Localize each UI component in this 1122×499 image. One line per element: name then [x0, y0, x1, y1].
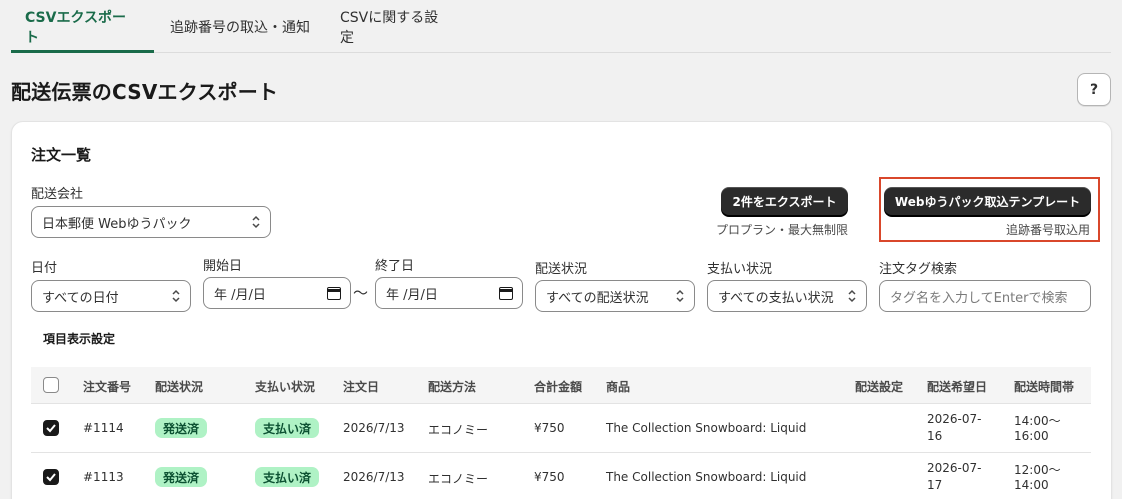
col-ship-method[interactable]: 配送方法	[428, 378, 476, 395]
tag-search-label: 注文タグ検索	[879, 262, 958, 277]
check-icon	[46, 473, 56, 482]
col-desired-date[interactable]: 配送希望日	[927, 378, 987, 395]
row-checkbox[interactable]	[43, 469, 59, 485]
ship-status-label: 配送状況	[535, 262, 588, 277]
card-title: 注文一覧	[31, 146, 92, 164]
tab-bar: CSVエクスポート 追跡番号の取込・通知 CSVに関する設定	[11, 0, 1111, 53]
order-total: ¥750	[534, 470, 565, 484]
check-icon	[46, 424, 56, 433]
pay-status-badge: 支払い済	[255, 418, 320, 438]
product-name: The Collection Snowboard: Liquid	[606, 421, 807, 435]
col-total[interactable]: 合計金額	[534, 378, 582, 395]
select-all-checkbox[interactable]	[43, 377, 59, 393]
template-hint: 追跡番号取込用	[1006, 223, 1091, 237]
date-select[interactable]: すべての日付	[31, 280, 191, 312]
end-date-label: 終了日	[375, 259, 415, 274]
col-product[interactable]: 商品	[606, 378, 630, 395]
row-checkbox[interactable]	[43, 420, 59, 436]
col-order-number[interactable]: 注文番号	[83, 378, 131, 395]
product-name: The Collection Snowboard: Liquid	[606, 470, 807, 484]
chevron-updown-icon	[848, 289, 856, 303]
start-date-value: 年 /月/日	[214, 287, 266, 303]
ship-status-badge: 発送済	[155, 467, 208, 487]
desired-date-line2: 17	[927, 478, 943, 492]
tag-search-placeholder: タグ名を入力してEnterで検索	[890, 290, 1068, 306]
col-order-date[interactable]: 注文日	[343, 378, 379, 395]
tag-search-input[interactable]: タグ名を入力してEnterで検索	[879, 280, 1091, 312]
ship-method: エコノミー	[428, 472, 489, 486]
date-select-value: すべての日付	[42, 290, 119, 306]
carrier-label: 配送会社	[31, 187, 84, 202]
desired-date-line1: 2026-07-	[927, 461, 982, 475]
pay-status-label: 支払い状況	[707, 262, 773, 277]
col-ship-setting[interactable]: 配送設定	[855, 378, 903, 395]
tab-csv-settings[interactable]: CSVに関する設定	[326, 0, 466, 53]
tab-tracking-import[interactable]: 追跡番号の取込・通知	[154, 0, 326, 53]
row-divider	[31, 452, 1091, 453]
pay-status-select-value: すべての支払い状況	[718, 290, 834, 306]
calendar-icon[interactable]	[327, 287, 341, 300]
col-time-slot[interactable]: 配送時間帯	[1014, 378, 1074, 395]
export-hint: プロプラン・最大無制限	[716, 223, 849, 237]
desired-date-line1: 2026-07-	[927, 412, 982, 426]
time-slot-line1: 14:00〜	[1014, 414, 1061, 428]
help-button[interactable]: ?	[1077, 73, 1111, 106]
chevron-updown-icon	[676, 289, 684, 303]
export-button[interactable]: 2件をエクスポート	[721, 187, 848, 215]
order-total: ¥750	[534, 421, 565, 435]
time-slot-line2: 14:00	[1014, 478, 1049, 492]
end-date-value: 年 /月/日	[386, 287, 438, 303]
chevron-updown-icon	[172, 289, 180, 303]
date-label: 日付	[31, 261, 58, 276]
order-date: 2026/7/13	[343, 421, 405, 435]
time-slot-line2: 16:00	[1014, 429, 1049, 443]
chevron-updown-icon	[252, 215, 260, 229]
ship-status-badge: 発送済	[155, 418, 208, 438]
pay-status-badge: 支払い済	[255, 467, 320, 487]
desired-date-line2: 16	[927, 429, 943, 443]
start-date-input[interactable]: 年 /月/日	[203, 277, 351, 309]
calendar-icon[interactable]	[499, 287, 513, 300]
template-button[interactable]: Webゆうパック取込テンプレート	[884, 187, 1091, 215]
tab-csv-export[interactable]: CSVエクスポート	[11, 0, 154, 53]
page-title: 配送伝票のCSVエクスポート	[11, 80, 279, 104]
col-pay-status[interactable]: 支払い状況	[255, 378, 315, 395]
carrier-select[interactable]: 日本郵便 Webゆうパック	[31, 206, 271, 238]
ship-method: エコノミー	[428, 423, 489, 437]
pay-status-select[interactable]: すべての支払い状況	[707, 280, 867, 312]
ship-status-select-value: すべての配送状況	[546, 290, 649, 306]
range-tilde: 〜	[353, 284, 369, 302]
carrier-select-value: 日本郵便 Webゆうパック	[42, 216, 192, 232]
order-number[interactable]: #1113	[83, 470, 124, 484]
ship-status-select[interactable]: すべての配送状況	[535, 280, 695, 312]
column-settings-link[interactable]: 項目表示設定	[43, 330, 115, 347]
end-date-input[interactable]: 年 /月/日	[375, 277, 523, 309]
col-ship-status[interactable]: 配送状況	[155, 378, 203, 395]
time-slot-line1: 12:00〜	[1014, 463, 1061, 477]
start-date-label: 開始日	[203, 259, 243, 274]
order-date: 2026/7/13	[343, 470, 405, 484]
order-number[interactable]: #1114	[83, 421, 124, 435]
